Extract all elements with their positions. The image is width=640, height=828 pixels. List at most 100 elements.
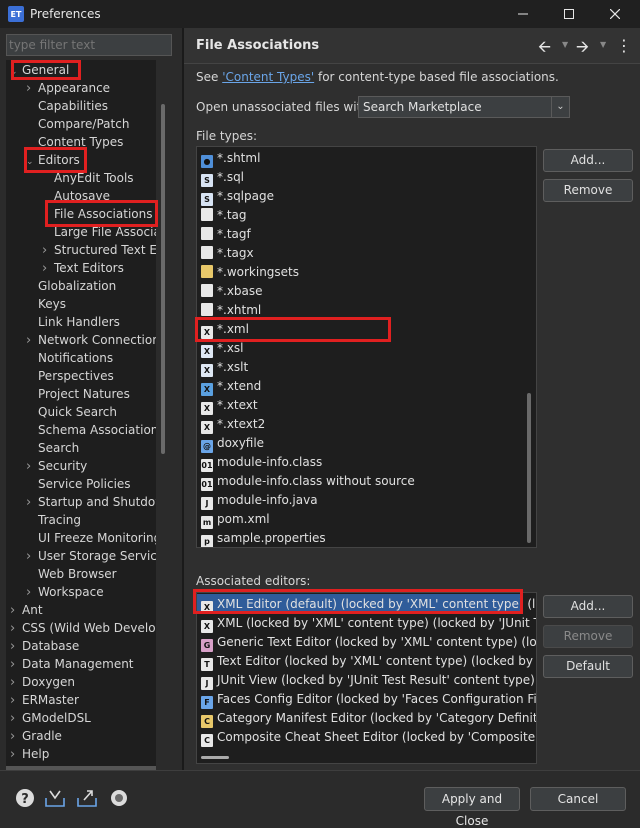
list-item[interactable]: *.tagf <box>201 225 251 244</box>
list-item[interactable]: *.tagx <box>201 244 254 263</box>
tree-item[interactable]: ⌄ General <box>10 61 69 79</box>
list-item[interactable]: *.tag <box>201 206 247 225</box>
editor-default-button[interactable]: Default <box>543 655 633 678</box>
tree-item[interactable]: Perspectives <box>26 367 114 385</box>
chevron-right-icon[interactable]: › <box>10 674 22 692</box>
open-unassociated-select[interactable]: Search Marketplace ⌄ <box>358 96 570 118</box>
tree-item[interactable]: Tracing <box>26 511 81 529</box>
maximize-button[interactable] <box>546 0 592 28</box>
tree-item[interactable]: Project Natures <box>26 385 130 403</box>
tree-item[interactable]: Web Browser <box>26 565 117 583</box>
tree-item[interactable]: › Text Editors <box>42 259 124 277</box>
file-types-scrollbar[interactable] <box>527 393 531 543</box>
tree-item[interactable]: Service Policies <box>26 475 131 493</box>
chevron-right-icon[interactable]: › <box>10 728 22 746</box>
list-item[interactable]: 01 module-info.class without source <box>201 472 415 491</box>
content-types-link[interactable]: 'Content Types' <box>222 70 314 84</box>
list-item[interactable]: X XML (locked by 'XML' content type) (loc… <box>201 614 536 633</box>
list-item[interactable]: ● *.shtml <box>201 149 260 168</box>
chevron-right-icon[interactable]: › <box>26 80 38 98</box>
tree-item[interactable]: › User Storage Service <box>26 547 156 565</box>
tree-item[interactable]: Globalization <box>26 277 116 295</box>
list-item[interactable]: @ doxyfile <box>201 434 264 453</box>
more-options-icon[interactable]: ⋮ <box>616 36 632 55</box>
list-item[interactable]: S *.sql <box>201 168 244 187</box>
chevron-right-icon[interactable]: › <box>26 548 38 566</box>
tree-item[interactable]: › GModelDSL <box>10 709 91 727</box>
tree-item[interactable]: Notifications <box>26 349 113 367</box>
cancel-button[interactable]: Cancel <box>530 787 626 811</box>
tree-item[interactable]: › Startup and Shutdow <box>26 493 156 511</box>
tree-item[interactable]: Quick Search <box>26 403 117 421</box>
list-item[interactable]: p sample.properties <box>201 529 326 547</box>
tree-item[interactable]: File Associations <box>42 205 152 223</box>
chevron-down-icon[interactable]: ⌄ <box>10 63 22 81</box>
tree-item[interactable]: › Gradle <box>10 727 62 745</box>
tree-item[interactable]: Search <box>26 439 79 457</box>
tree-item[interactable]: Keys <box>26 295 66 313</box>
tree-item[interactable]: › Workspace <box>26 583 104 601</box>
list-item[interactable]: X *.xtend <box>201 377 261 396</box>
list-item[interactable]: C Composite Cheat Sheet Editor (locked by… <box>201 728 536 747</box>
chevron-right-icon[interactable]: › <box>10 620 22 638</box>
list-item[interactable]: *.xhtml <box>201 301 261 320</box>
list-item[interactable]: T Text Editor (locked by 'XML' content ty… <box>201 652 536 671</box>
chevron-right-icon[interactable]: › <box>26 584 38 602</box>
tree-item[interactable]: › Database <box>10 637 79 655</box>
tree-item[interactable]: › ERMaster <box>10 691 79 709</box>
list-item[interactable]: F Faces Config Editor (locked by 'Faces C… <box>201 690 536 709</box>
tree-item[interactable]: Capabilities <box>26 97 108 115</box>
list-item[interactable]: X *.xslt <box>201 358 248 377</box>
list-item[interactable]: C Category Manifest Editor (locked by 'Ca… <box>201 709 536 728</box>
list-item[interactable]: G Generic Text Editor (locked by 'XML' co… <box>201 633 536 652</box>
tree-item[interactable]: Large File Associa <box>42 223 156 241</box>
tree-item[interactable]: Content Types <box>26 133 123 151</box>
associated-editors-list[interactable]: X XML Editor (default) (locked by 'XML' c… <box>196 592 537 764</box>
back-icon[interactable]: 🡨 <box>538 36 551 63</box>
chevron-right-icon[interactable]: › <box>42 260 54 278</box>
forward-icon[interactable]: 🡪 <box>576 36 589 63</box>
editor-add-button[interactable]: Add... <box>543 595 633 618</box>
tree-item[interactable]: › Data Management <box>10 655 134 673</box>
chevron-right-icon[interactable]: › <box>10 692 22 710</box>
close-button[interactable] <box>592 0 638 28</box>
chevron-right-icon[interactable]: › <box>10 602 22 620</box>
tree-item[interactable]: › Security <box>26 457 87 475</box>
list-item[interactable]: X *.xml <box>201 320 249 339</box>
chevron-right-icon[interactable]: › <box>10 746 22 764</box>
chevron-right-icon[interactable]: › <box>42 242 54 260</box>
file-type-add-button[interactable]: Add... <box>543 149 633 172</box>
apply-and-close-button[interactable]: Apply and Close <box>424 787 520 828</box>
file-type-remove-button[interactable]: Remove <box>543 179 633 202</box>
chevron-right-icon[interactable]: › <box>26 332 38 350</box>
list-item[interactable]: *.xbase <box>201 282 263 301</box>
tree-item[interactable]: AnyEdit Tools <box>42 169 134 187</box>
tree-item[interactable]: UI Freeze Monitoring <box>26 529 156 547</box>
tree-item[interactable]: › CSS (Wild Web Develop <box>10 619 156 637</box>
tree-item[interactable]: Compare/Patch <box>26 115 129 133</box>
list-item[interactable]: *.workingsets <box>201 263 299 282</box>
list-item[interactable]: J JUnit View (locked by 'JUnit Test Resul… <box>201 671 535 690</box>
minimize-button[interactable] <box>500 0 546 28</box>
chevron-down-icon[interactable]: ⌄ <box>26 153 38 171</box>
chevron-right-icon[interactable]: › <box>26 458 38 476</box>
filter-input[interactable] <box>6 34 172 56</box>
tree-item[interactable]: › Structured Text Ed <box>42 241 156 259</box>
tree-item[interactable]: › Network Connection <box>26 331 156 349</box>
import-icon[interactable] <box>44 787 66 809</box>
chevron-right-icon[interactable]: › <box>10 638 22 656</box>
list-item[interactable]: m pom.xml <box>201 510 270 529</box>
list-item[interactable]: X *.xtext2 <box>201 415 265 434</box>
tree-item[interactable]: › Ant <box>10 601 43 619</box>
tree-item[interactable]: › Help <box>10 745 49 763</box>
tree-item[interactable]: Link Handlers <box>26 313 120 331</box>
chevron-right-icon[interactable]: › <box>10 710 22 728</box>
help-icon[interactable]: ? <box>14 787 36 809</box>
tree-item[interactable]: › Appearance <box>26 79 110 97</box>
list-item[interactable]: Jmodule-info.java <box>201 491 318 510</box>
chevron-right-icon[interactable]: › <box>10 656 22 674</box>
tree-item[interactable]: ⌄ Editors <box>26 151 80 169</box>
file-types-list[interactable]: ● *.shtml S *.sql S *.sqlpage *.tag *.tagf *.tag… <box>196 146 537 548</box>
forward-menu-icon[interactable]: ▼ <box>600 40 606 49</box>
oomph-icon[interactable] <box>108 787 130 809</box>
